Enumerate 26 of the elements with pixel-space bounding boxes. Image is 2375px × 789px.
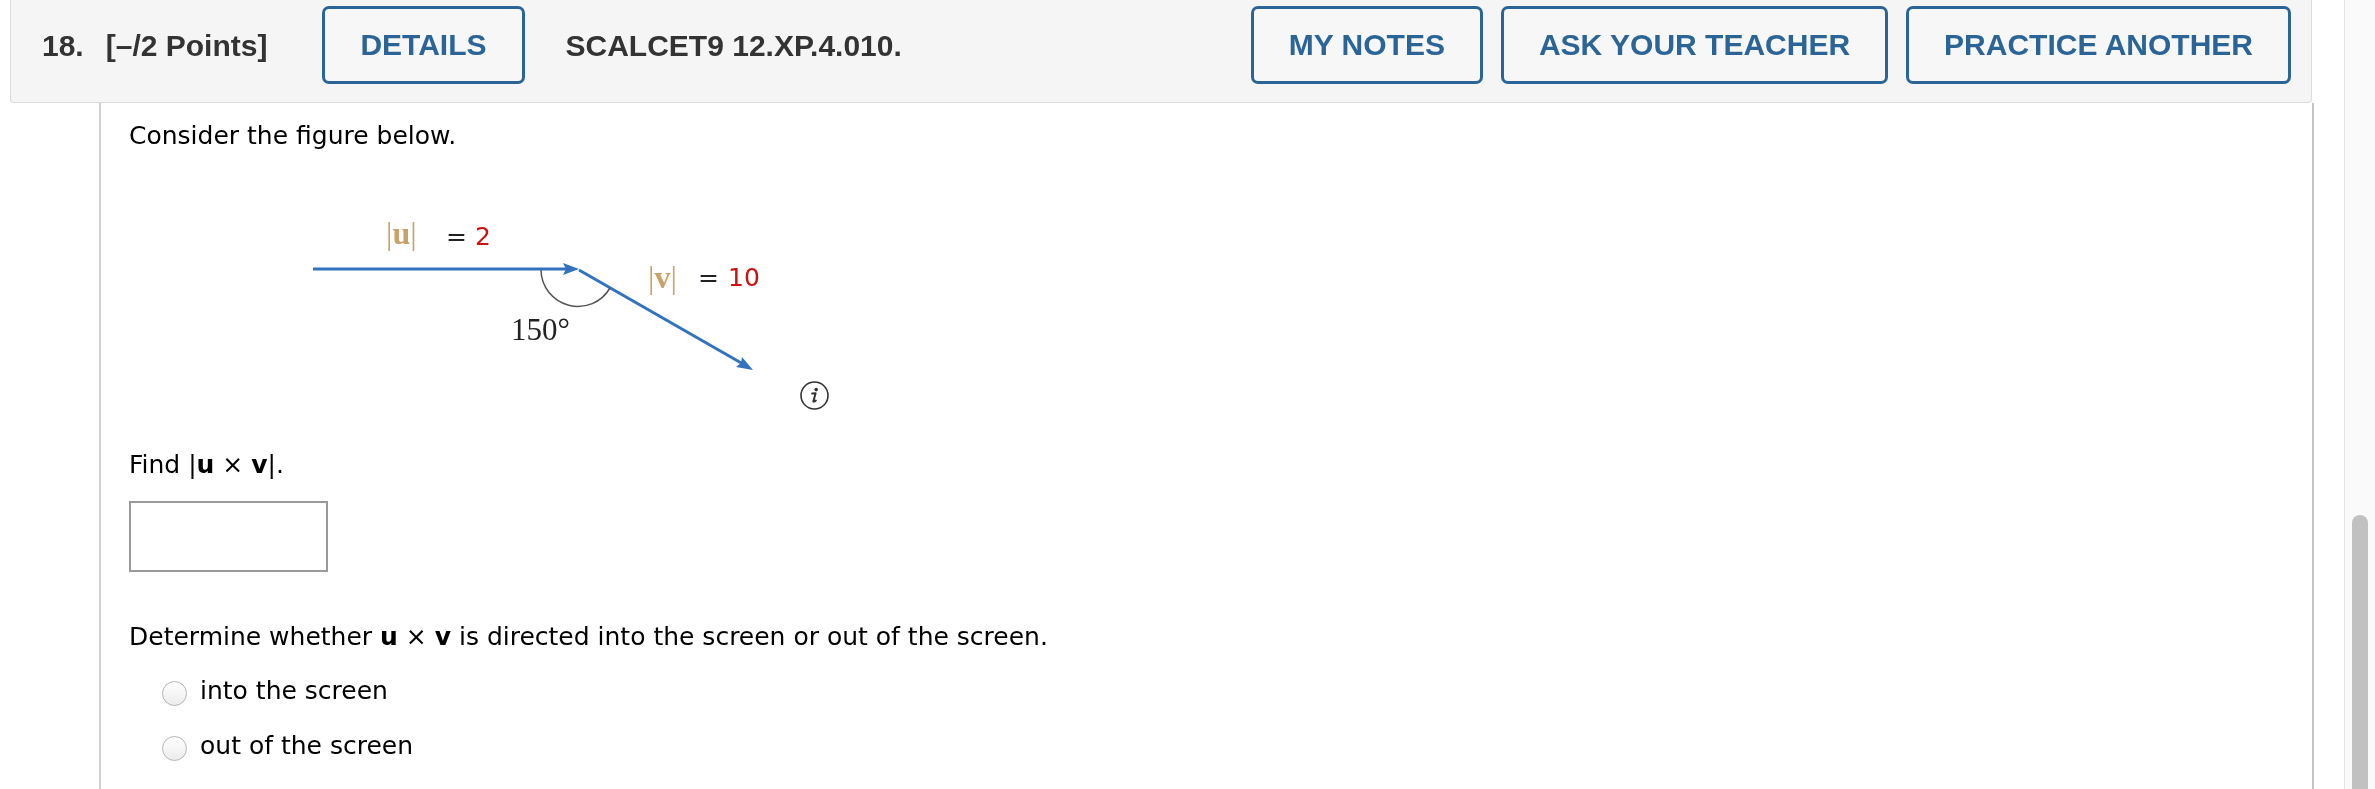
practice-another-button[interactable]: PRACTICE ANOTHER xyxy=(1906,6,2291,84)
equals-sign: = xyxy=(698,263,719,293)
magnitude-value: 10 xyxy=(728,263,760,293)
question-code: SCALCET9 12.XP.4.010. xyxy=(565,27,902,64)
radio-button[interactable] xyxy=(162,735,187,761)
equals-sign: = xyxy=(446,222,467,252)
points-label: [–/2 Points] xyxy=(105,27,268,64)
option-label: into the screen xyxy=(200,676,388,706)
scrollbar-track[interactable] xyxy=(2344,0,2375,789)
answer-field[interactable] xyxy=(129,501,328,572)
question-prompt: Determine whether u × v is directed into the screen or out of the screen. xyxy=(129,622,1048,652)
notes-button[interactable]: MY NOTES xyxy=(1250,6,1483,84)
radio-button[interactable] xyxy=(162,680,187,706)
magnitude-value: 2 xyxy=(475,222,491,252)
intro-text: Consider the figure below. xyxy=(129,121,457,151)
angle-arc xyxy=(540,269,611,308)
angle-label: 150° xyxy=(511,315,570,345)
vector-norm-label: |v| xyxy=(648,261,677,293)
info-icon[interactable] xyxy=(800,381,829,410)
question-number: 18. xyxy=(42,27,84,64)
vector-norm-label: |u| xyxy=(386,217,417,249)
question-prompt: Find |u × v|. xyxy=(129,450,284,480)
ask-teacher-button[interactable]: ASK YOUR TEACHER xyxy=(1500,6,1889,84)
option-label: out of the screen xyxy=(200,731,413,761)
scrollbar-thumb[interactable] xyxy=(2352,515,2368,789)
details-button[interactable]: DETAILS xyxy=(322,6,525,84)
